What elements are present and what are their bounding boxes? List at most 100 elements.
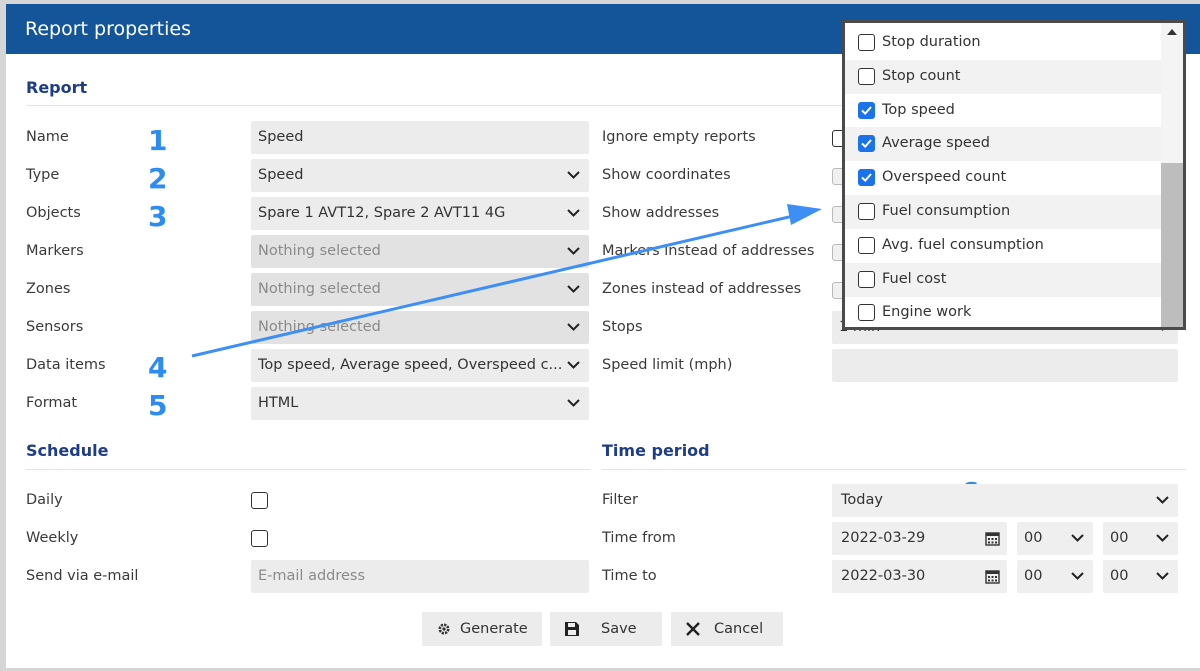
calendar-icon[interactable] bbox=[985, 569, 1000, 584]
calendar-icon[interactable] bbox=[985, 531, 1000, 546]
section-divider bbox=[26, 469, 590, 470]
time-from-label: Time from bbox=[602, 530, 676, 546]
unchecked-checkbox[interactable] bbox=[858, 203, 875, 220]
unchecked-checkbox[interactable] bbox=[858, 270, 875, 288]
dropdown-option[interactable]: Top speed bbox=[845, 94, 1161, 128]
dropdown-option[interactable]: Engine work bbox=[845, 296, 1161, 327]
dropdown-option-label: Avg. fuel consumption bbox=[882, 236, 1044, 253]
time-from-date-value: 2022-03-29 bbox=[841, 530, 926, 546]
daily-label: Daily bbox=[26, 492, 63, 508]
type-select[interactable]: Speed bbox=[251, 159, 589, 192]
close-icon bbox=[686, 622, 700, 636]
chevron-down-icon bbox=[1156, 572, 1169, 580]
dropdown-option[interactable]: Stop count bbox=[845, 59, 1161, 94]
dropdown-option[interactable]: Stop duration bbox=[845, 26, 1161, 60]
format-select-value: HTML bbox=[258, 395, 299, 411]
data-items-label: Data items bbox=[26, 357, 106, 373]
markers-select[interactable]: Nothing selected bbox=[251, 235, 589, 268]
chevron-down-icon bbox=[1071, 572, 1084, 580]
save-button-label: Save bbox=[601, 621, 637, 637]
name-input[interactable]: Speed bbox=[251, 121, 589, 154]
name-input-value: Speed bbox=[258, 129, 304, 145]
dropdown-option[interactable]: Avg. fuel consumption bbox=[845, 229, 1161, 263]
dropdown-option[interactable]: Fuel cost bbox=[845, 262, 1161, 297]
generate-button[interactable]: Generate bbox=[422, 612, 542, 646]
chevron-down-icon bbox=[1156, 496, 1169, 504]
objects-select-value: Spare 1 AVT12, Spare 2 AVT11 4G bbox=[258, 205, 506, 221]
unchecked-checkbox[interactable] bbox=[858, 34, 875, 51]
zones-instead-label: Zones instead of addresses bbox=[602, 281, 802, 297]
markers-label: Markers bbox=[26, 243, 84, 259]
time-from-date-input[interactable]: 2022-03-29 bbox=[832, 522, 1007, 555]
floppy-disk-icon bbox=[565, 622, 579, 636]
filter-label: Filter bbox=[602, 492, 638, 508]
objects-select[interactable]: Spare 1 AVT12, Spare 2 AVT11 4G bbox=[251, 197, 589, 230]
checked-checkbox[interactable] bbox=[858, 169, 875, 187]
time-to-date-input[interactable]: 2022-03-30 bbox=[832, 560, 1007, 593]
name-label: Name bbox=[26, 129, 69, 145]
data-items-select[interactable]: Top speed, Average speed, Overspeed c... bbox=[251, 349, 589, 382]
zones-select-value: Nothing selected bbox=[258, 281, 381, 297]
weekly-checkbox[interactable] bbox=[251, 530, 268, 547]
time-to-label: Time to bbox=[602, 568, 657, 584]
time-from-hour-value: 00 bbox=[1024, 530, 1043, 546]
zones-select[interactable]: Nothing selected bbox=[251, 273, 589, 306]
send-email-label: Send via e-mail bbox=[26, 568, 139, 584]
section-divider bbox=[602, 469, 1186, 470]
ignore-empty-reports-label: Ignore empty reports bbox=[602, 129, 756, 145]
unchecked-checkbox[interactable] bbox=[858, 304, 875, 322]
scroll-up-arrow-icon[interactable] bbox=[1167, 29, 1177, 35]
time-from-minute-value: 00 bbox=[1110, 530, 1129, 546]
scrollbar-thumb[interactable] bbox=[1161, 163, 1183, 327]
section-report: Report bbox=[26, 78, 88, 97]
show-addresses-label: Show addresses bbox=[602, 205, 720, 221]
dropdown-option-label: Fuel cost bbox=[882, 270, 947, 287]
markers-select-value: Nothing selected bbox=[258, 243, 381, 259]
dropdown-scrollbar[interactable] bbox=[1161, 23, 1183, 327]
save-button[interactable]: Save bbox=[550, 612, 662, 646]
dropdown-option[interactable]: Average speed bbox=[845, 127, 1161, 162]
chevron-down-icon bbox=[567, 209, 580, 217]
checked-checkbox[interactable] bbox=[858, 135, 875, 153]
chevron-down-icon bbox=[567, 171, 580, 179]
time-to-hour-select[interactable]: 00 bbox=[1017, 560, 1093, 593]
chevron-down-icon bbox=[567, 399, 580, 407]
dropdown-option[interactable]: Fuel consumption bbox=[845, 195, 1161, 229]
objects-label: Objects bbox=[26, 205, 81, 221]
unchecked-checkbox[interactable] bbox=[858, 67, 875, 85]
unchecked-checkbox[interactable] bbox=[858, 236, 875, 254]
format-label: Format bbox=[26, 395, 78, 411]
format-select[interactable]: HTML bbox=[251, 387, 589, 420]
zones-label: Zones bbox=[26, 281, 71, 297]
data-items-select-value: Top speed, Average speed, Overspeed c... bbox=[258, 357, 563, 373]
annotation-number-4: 4 bbox=[148, 351, 168, 384]
dropdown-option-label: Fuel consumption bbox=[882, 203, 1011, 219]
annotation-number-2: 2 bbox=[148, 162, 168, 195]
checkmark-icon bbox=[861, 139, 872, 149]
dialog-title: Report properties bbox=[25, 18, 191, 40]
daily-checkbox[interactable] bbox=[251, 492, 268, 509]
email-placeholder: E-mail address bbox=[258, 568, 366, 584]
chevron-down-icon bbox=[567, 285, 580, 293]
time-to-minute-select[interactable]: 00 bbox=[1103, 560, 1178, 593]
dropdown-option-label: Overspeed count bbox=[882, 169, 1007, 186]
dropdown-option-label: Engine work bbox=[882, 304, 972, 321]
email-input[interactable]: E-mail address bbox=[251, 560, 589, 593]
time-from-minute-select[interactable]: 00 bbox=[1103, 522, 1178, 555]
speed-limit-input[interactable] bbox=[832, 349, 1178, 382]
data-items-dropdown-list[interactable]: Stop duration Stop count Top speed Average … bbox=[842, 20, 1186, 330]
cancel-button[interactable]: Cancel bbox=[671, 612, 783, 646]
dropdown-option-label: Stop count bbox=[882, 67, 961, 84]
dropdown-option[interactable]: Overspeed count bbox=[845, 161, 1161, 195]
annotation-number-1: 1 bbox=[148, 124, 168, 157]
sensors-label: Sensors bbox=[26, 319, 84, 335]
sensors-select[interactable]: Nothing selected bbox=[251, 311, 589, 344]
stops-label: Stops bbox=[602, 319, 643, 335]
chevron-down-icon bbox=[1156, 534, 1169, 542]
time-from-hour-select[interactable]: 00 bbox=[1017, 522, 1093, 555]
filter-select[interactable]: Today bbox=[832, 484, 1178, 517]
cancel-button-label: Cancel bbox=[714, 621, 764, 637]
type-select-value: Speed bbox=[258, 167, 304, 183]
type-label: Type bbox=[26, 167, 60, 183]
checked-checkbox[interactable] bbox=[858, 101, 875, 119]
